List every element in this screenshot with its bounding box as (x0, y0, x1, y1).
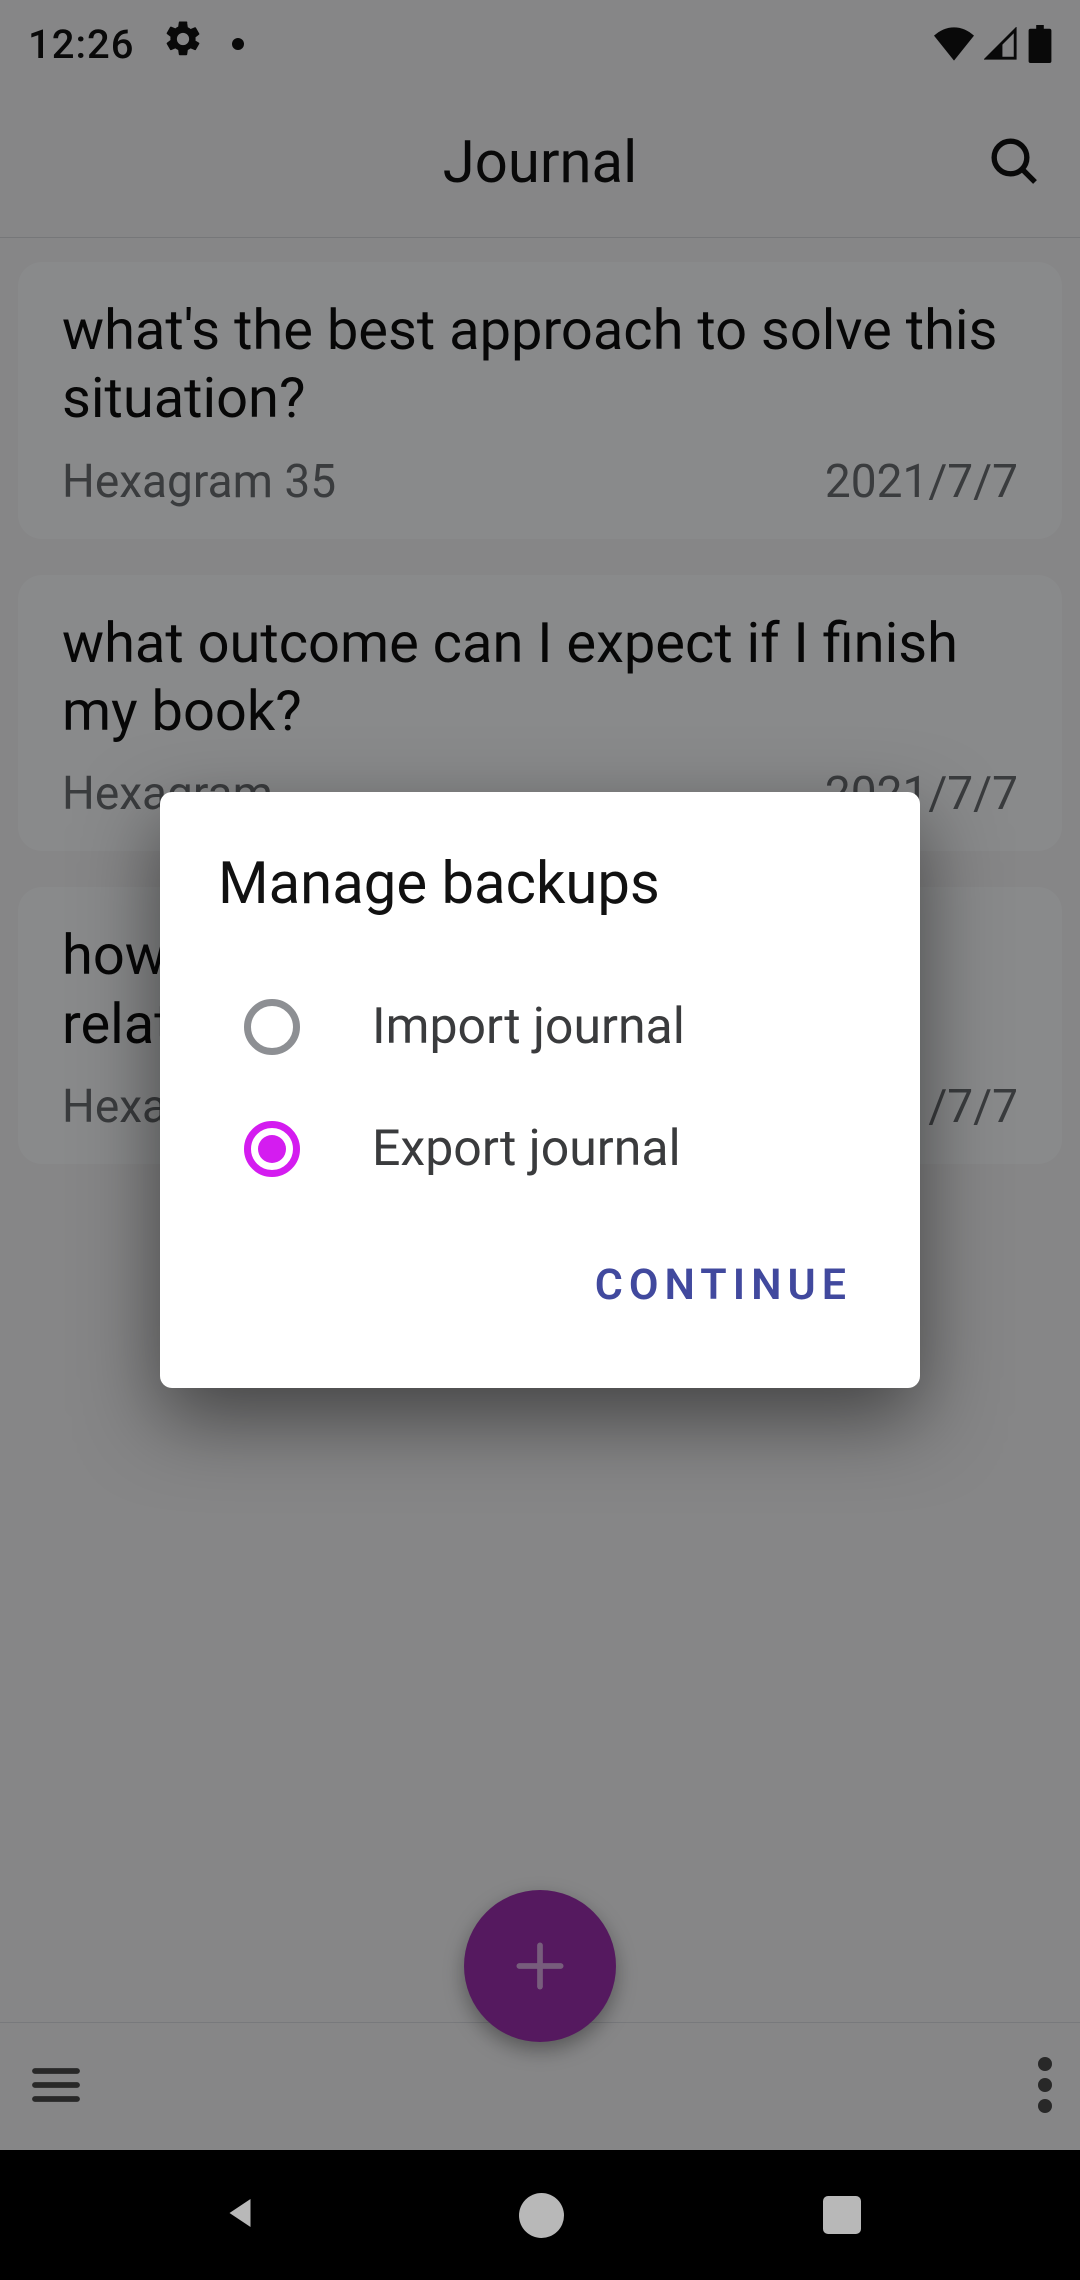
home-icon[interactable] (519, 2193, 564, 2238)
system-nav-bar (0, 2150, 1080, 2280)
radio-checked-icon (244, 1121, 300, 1177)
radio-unchecked-icon (244, 999, 300, 1055)
manage-backups-dialog: Manage backups Import journal Export jou… (160, 792, 920, 1388)
export-journal-option[interactable]: Export journal (218, 1120, 862, 1178)
dialog-actions: CONTINUE (218, 1242, 862, 1328)
recents-icon[interactable] (823, 2196, 861, 2234)
continue-button[interactable]: CONTINUE (585, 1242, 862, 1328)
screen: 12:26 Journal (0, 0, 1080, 2280)
import-journal-option[interactable]: Import journal (218, 998, 862, 1056)
radio-inner-dot (258, 1135, 286, 1163)
option-label: Export journal (372, 1120, 681, 1178)
option-label: Import journal (372, 998, 685, 1056)
back-icon[interactable] (219, 2192, 261, 2238)
dialog-title: Manage backups (218, 850, 862, 918)
